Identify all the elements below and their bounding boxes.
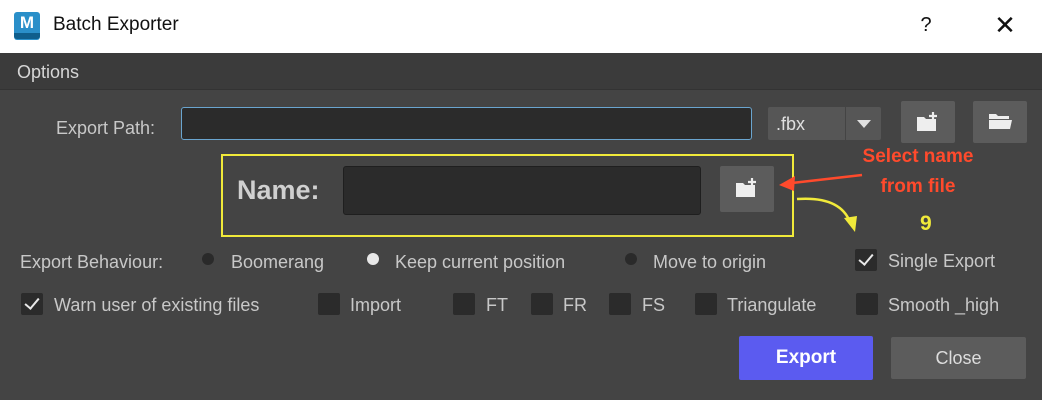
checkbox-import-label: Import <box>350 295 402 315</box>
export-behaviour-label: Export Behaviour: <box>20 252 164 272</box>
checkbox-warn-existing[interactable] <box>21 293 43 315</box>
radio-keep-current-position[interactable] <box>367 253 379 265</box>
checkbox-single-export[interactable] <box>855 249 877 271</box>
checkbox-warn-existing-label: Warn user of existing files <box>54 295 260 315</box>
checkbox-fr[interactable] <box>531 293 553 315</box>
checkbox-fr-label: FR <box>563 295 587 315</box>
checkbox-fs-label: FS <box>642 295 666 315</box>
checkbox-smooth-high-label: Smooth _high <box>888 295 1000 315</box>
checkbox-ft-label: FT <box>486 295 508 315</box>
annotation-arrowhead-yellow <box>844 216 857 232</box>
radio-move-to-origin-label: Move to origin <box>653 252 767 272</box>
annotation-arrow-yellow <box>796 197 852 223</box>
close-button[interactable]: Close <box>891 337 1026 379</box>
radio-move-to-origin[interactable] <box>625 253 637 265</box>
checkbox-triangulate-label: Triangulate <box>727 295 817 315</box>
annotation-arrows <box>779 173 863 232</box>
radio-boomerang-label: Boomerang <box>231 252 325 272</box>
checkbox-triangulate[interactable] <box>695 293 717 315</box>
export-button[interactable]: Export <box>739 336 873 380</box>
radio-boomerang[interactable] <box>202 253 214 265</box>
annotation-arrowhead-red <box>779 176 795 191</box>
checkbox-fs[interactable] <box>609 293 631 315</box>
checkbox-ft[interactable] <box>453 293 475 315</box>
checkbox-import[interactable] <box>318 293 340 315</box>
checkbox-smooth-high[interactable] <box>856 293 878 315</box>
radio-keep-current-position-label: Keep current position <box>395 252 566 272</box>
checkbox-single-export-label: Single Export <box>888 251 996 271</box>
annotation-arrow-red <box>791 173 863 185</box>
